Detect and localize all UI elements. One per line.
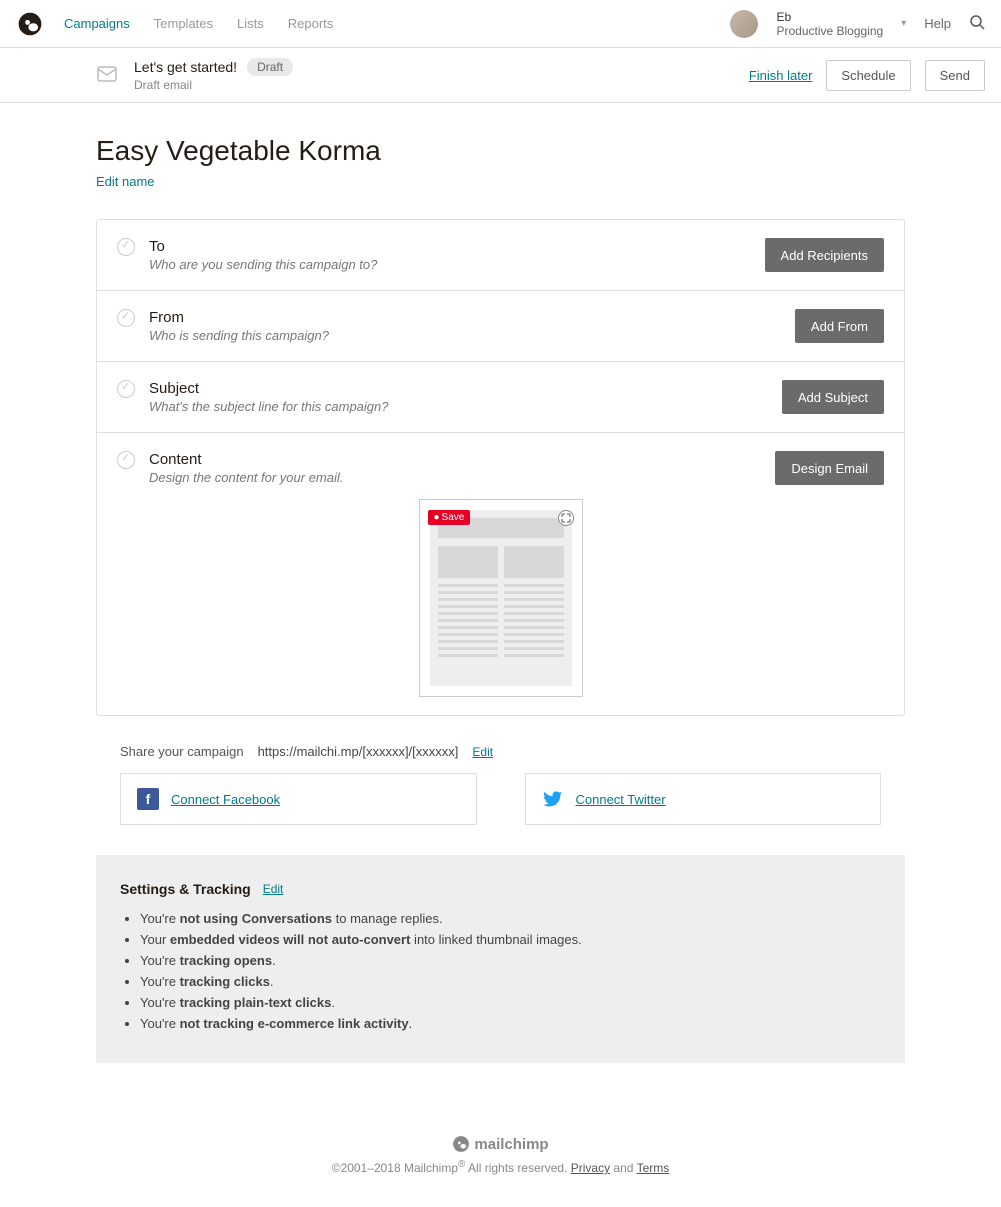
privacy-link[interactable]: Privacy xyxy=(571,1161,610,1175)
top-nav: Campaigns Templates Lists Reports Eb Pro… xyxy=(0,0,1001,48)
share-bar: Share your campaign https://mailchi.mp/[… xyxy=(96,744,905,759)
connect-facebook-link[interactable]: Connect Facebook xyxy=(171,792,280,807)
section-subject-desc: What's the subject line for this campaig… xyxy=(149,399,782,414)
share-url: https://mailchi.mp/[xxxxxx]/[xxxxxx] xyxy=(258,744,459,759)
user-org: Productive Blogging xyxy=(776,24,883,38)
user-name: Eb xyxy=(776,10,883,24)
nav-lists[interactable]: Lists xyxy=(237,16,264,31)
twitter-icon xyxy=(542,788,564,810)
settings-item: You're not using Conversations to manage… xyxy=(140,911,881,926)
send-button[interactable]: Send xyxy=(925,60,985,91)
nav-templates[interactable]: Templates xyxy=(154,16,213,31)
footer-copyright: ©2001–2018 Mailchimp® All rights reserve… xyxy=(0,1159,1001,1175)
finish-later-link[interactable]: Finish later xyxy=(749,68,813,83)
sub-header: Let's get started! Draft Draft email Fin… xyxy=(0,48,1001,103)
expand-icon[interactable] xyxy=(558,510,574,526)
draft-badge: Draft xyxy=(247,58,293,76)
template-thumbnail[interactable]: ● Save xyxy=(419,499,583,697)
add-recipients-button[interactable]: Add Recipients xyxy=(765,238,884,272)
section-to-desc: Who are you sending this campaign to? xyxy=(149,257,765,272)
footer-logo: mailchimp xyxy=(0,1135,1001,1153)
draft-info: Let's get started! Draft Draft email xyxy=(134,58,749,92)
section-content-desc: Design the content for your email. xyxy=(149,470,775,485)
check-icon xyxy=(117,309,135,327)
section-from-desc: Who is sending this campaign? xyxy=(149,328,795,343)
add-subject-button[interactable]: Add Subject xyxy=(782,380,884,414)
nav-reports[interactable]: Reports xyxy=(288,16,334,31)
settings-list: You're not using Conversations to manage… xyxy=(120,911,881,1031)
share-edit-link[interactable]: Edit xyxy=(472,745,493,759)
nav-campaigns[interactable]: Campaigns xyxy=(64,16,130,31)
section-subject-label: Subject xyxy=(149,380,782,397)
footer: mailchimp ©2001–2018 Mailchimp® All righ… xyxy=(0,1103,1001,1207)
section-to-label: To xyxy=(149,238,765,255)
mailchimp-logo[interactable] xyxy=(16,10,44,38)
settings-edit-link[interactable]: Edit xyxy=(263,882,284,896)
avatar[interactable] xyxy=(730,10,758,38)
user-area: Eb Productive Blogging ▾ Help xyxy=(730,10,985,38)
settings-item: Your embedded videos will not auto-conve… xyxy=(140,932,881,947)
check-icon xyxy=(117,380,135,398)
settings-item: You're tracking clicks. xyxy=(140,974,881,989)
content-preview: ● Save xyxy=(117,499,884,697)
check-icon xyxy=(117,451,135,469)
section-to: To Who are you sending this campaign to?… xyxy=(97,220,904,291)
share-label: Share your campaign xyxy=(120,744,244,759)
pinterest-save-badge[interactable]: ● Save xyxy=(428,510,471,525)
nav-items: Campaigns Templates Lists Reports xyxy=(64,16,730,31)
settings-title: Settings & Tracking xyxy=(120,881,251,897)
terms-link[interactable]: Terms xyxy=(637,1161,670,1175)
draft-title: Let's get started! xyxy=(134,59,237,75)
section-from: From Who is sending this campaign? Add F… xyxy=(97,291,904,362)
schedule-button[interactable]: Schedule xyxy=(826,60,910,91)
settings-item: You're tracking opens. xyxy=(140,953,881,968)
user-info[interactable]: Eb Productive Blogging xyxy=(776,10,883,38)
add-from-button[interactable]: Add From xyxy=(795,309,884,343)
chevron-down-icon[interactable]: ▾ xyxy=(901,18,906,29)
page-title: Easy Vegetable Korma xyxy=(96,135,905,167)
connect-facebook-card: f Connect Facebook xyxy=(120,773,477,825)
search-icon[interactable] xyxy=(969,14,985,33)
section-content-label: Content xyxy=(149,451,775,468)
draft-icon xyxy=(96,63,120,87)
connect-row: f Connect Facebook Connect Twitter xyxy=(96,773,905,825)
main: Easy Vegetable Korma Edit name To Who ar… xyxy=(0,103,1001,1103)
edit-name-link[interactable]: Edit name xyxy=(96,174,155,189)
header-actions: Finish later Schedule Send xyxy=(749,60,985,91)
section-content: Content Design the content for your emai… xyxy=(97,433,904,715)
draft-subtitle: Draft email xyxy=(134,78,749,92)
connect-twitter-card: Connect Twitter xyxy=(525,773,882,825)
campaign-sections: To Who are you sending this campaign to?… xyxy=(96,219,905,716)
design-email-button[interactable]: Design Email xyxy=(775,451,884,485)
section-subject: Subject What's the subject line for this… xyxy=(97,362,904,433)
check-icon xyxy=(117,238,135,256)
connect-twitter-link[interactable]: Connect Twitter xyxy=(576,792,666,807)
facebook-icon: f xyxy=(137,788,159,810)
help-link[interactable]: Help xyxy=(924,16,951,31)
settings-panel: Settings & Tracking Edit You're not usin… xyxy=(96,855,905,1063)
section-from-label: From xyxy=(149,309,795,326)
settings-item: You're tracking plain-text clicks. xyxy=(140,995,881,1010)
